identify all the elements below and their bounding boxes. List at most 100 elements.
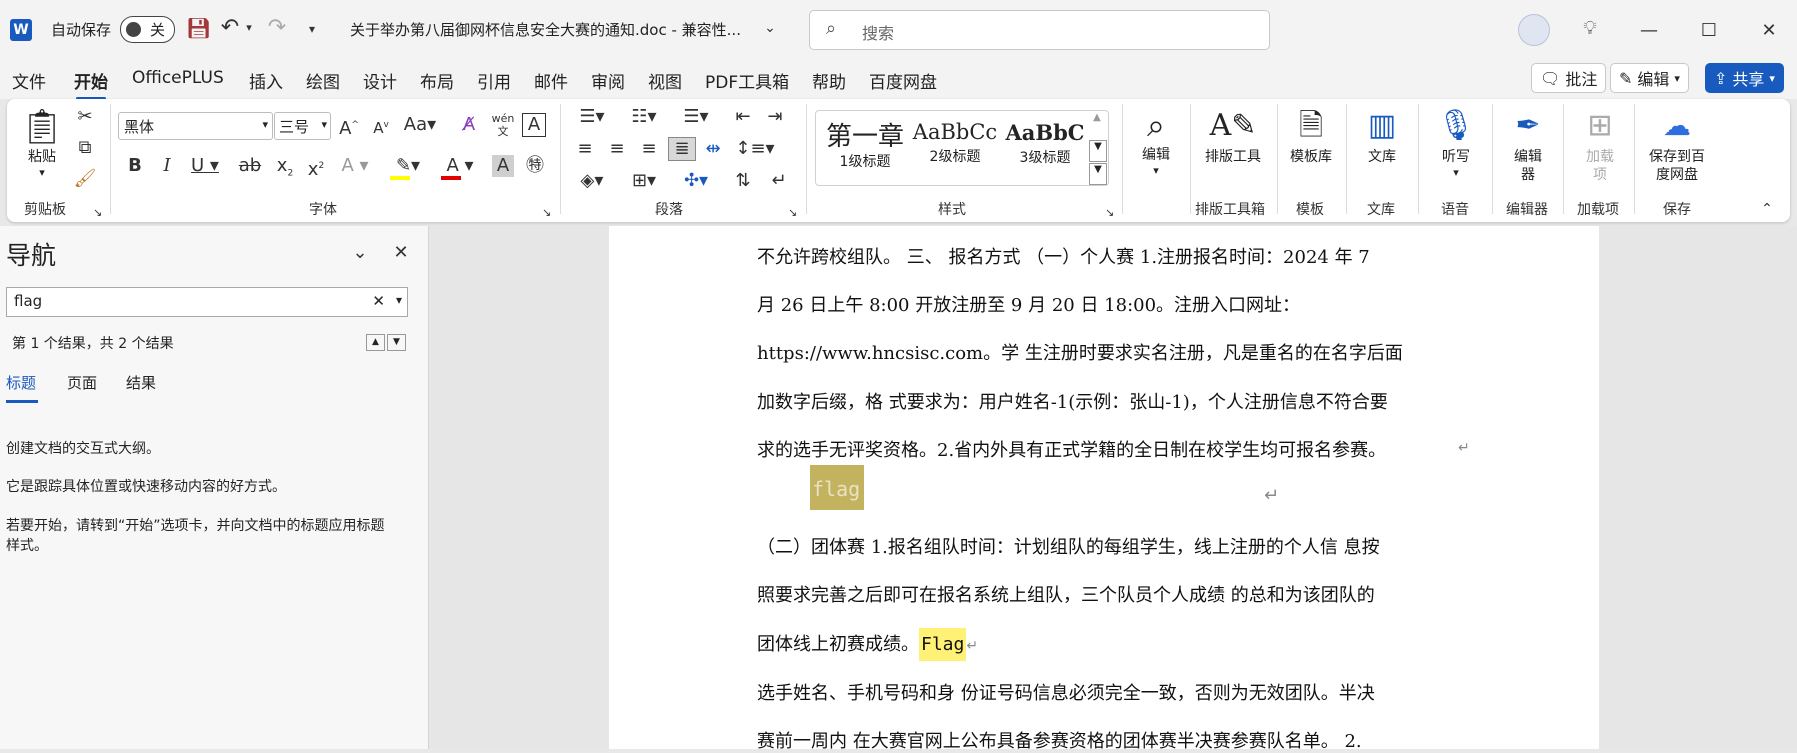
justify-icon[interactable]: ≣ (668, 137, 696, 161)
styles-more-icon[interactable]: ▼ (1089, 163, 1107, 185)
italic-icon[interactable]: I (156, 155, 178, 177)
multilevel-list-icon[interactable]: ☰▾ (676, 106, 716, 128)
align-center-icon[interactable]: ≡ (604, 138, 630, 160)
text-effects-icon[interactable]: A ▾ (338, 155, 372, 177)
dialog-launcher-icon[interactable]: ↘ (788, 202, 797, 224)
underline-icon[interactable]: U ▾ (188, 155, 222, 177)
tab-help[interactable]: 帮助 (812, 68, 846, 93)
dialog-launcher-icon[interactable]: ↘ (542, 202, 551, 224)
tab-mailings[interactable]: 邮件 (534, 68, 568, 93)
phonetic-guide-icon[interactable]: wén 文 (491, 112, 515, 138)
font-size-select[interactable]: 三号 ▾ (274, 112, 331, 140)
tab-view[interactable]: 视图 (648, 68, 682, 93)
style-heading-3[interactable]: AaBbC 3级标题 (1000, 120, 1090, 167)
save-icon[interactable]: 💾︎ (186, 17, 211, 39)
shrink-font-icon[interactable]: Av (369, 114, 393, 139)
autosave-toggle[interactable]: 关 (120, 16, 175, 43)
format-painter-icon[interactable]: 🖌︎ (73, 168, 97, 190)
chevron-down-icon[interactable]: ▾ (396, 293, 402, 307)
clear-format-icon[interactable]: A̸ (457, 114, 481, 136)
tab-draw[interactable]: 绘图 (306, 68, 340, 93)
bullets-icon[interactable]: ☰▾ (572, 106, 612, 128)
strikethrough-icon[interactable]: ab (237, 155, 263, 177)
comment-button[interactable]: 🗨︎ 批注 (1531, 63, 1607, 93)
tab-references[interactable]: 引用 (477, 68, 511, 93)
share-button[interactable]: ⇪ 共享 ▾ (1705, 63, 1784, 93)
editing-mode-button[interactable]: ✎ 编辑 ▾ (1610, 63, 1689, 93)
tab-officeplus[interactable]: OfficePLUS (132, 68, 224, 88)
grow-font-icon[interactable]: A^ (337, 114, 361, 140)
shading-icon[interactable]: ◈▾ (572, 170, 612, 192)
minimize-icon[interactable]: — (1619, 0, 1679, 60)
distributed-icon[interactable]: ⇹ (700, 138, 726, 160)
superscript-icon[interactable]: x2 (303, 155, 329, 181)
template-library-button[interactable]: 🗎︎ 模板库 (1283, 104, 1339, 166)
editing-button[interactable]: ⌕ 编辑 ▾ (1130, 104, 1182, 177)
increase-indent-icon[interactable]: ⇥ (762, 106, 788, 128)
search-box[interactable]: ⌕ 搜索 (809, 10, 1270, 50)
tab-headings[interactable]: 标题 (6, 372, 36, 393)
styles-scroll-up-icon[interactable]: ▲ (1089, 112, 1105, 134)
tab-review[interactable]: 审阅 (591, 68, 625, 93)
style-heading-2[interactable]: AaBbCc 2级标题 (910, 120, 1000, 166)
collapse-ribbon-icon[interactable]: ⌃ (1758, 198, 1776, 220)
show-marks-icon[interactable]: ↵ (766, 170, 792, 192)
save-to-baidu-button[interactable]: ☁ 保存到百度网盘 (1642, 104, 1712, 184)
char-shading-icon[interactable]: A (492, 155, 514, 177)
editor-button[interactable]: ✒ 编辑器 (1500, 104, 1556, 184)
tab-design[interactable]: 设计 (363, 68, 397, 93)
font-name-select[interactable]: 黑体 ▾ (118, 112, 273, 140)
char-border-icon[interactable]: A (522, 113, 546, 137)
copy-icon[interactable]: ⧉ (73, 137, 97, 159)
subscript-icon[interactable]: x2 (272, 155, 298, 185)
cut-icon[interactable]: ✂ (73, 106, 97, 128)
paste-button[interactable]: 📋︎ 粘贴 ▾ (20, 106, 64, 184)
tab-file[interactable]: 文件 (12, 68, 46, 93)
styles-scroll-down-icon[interactable]: ▼ (1089, 140, 1107, 162)
tab-results[interactable]: 结果 (126, 372, 156, 393)
library-button[interactable]: ▥ 文库 (1354, 104, 1410, 166)
layout-tool-icon: A✎ (1209, 108, 1257, 143)
previous-result-icon[interactable]: ▲ (366, 334, 385, 351)
nav-options-chevron-icon[interactable]: ⌄ (348, 242, 372, 264)
title-dropdown-icon[interactable]: ⌄ (760, 17, 780, 39)
undo-dropdown-icon[interactable]: ▾ (243, 17, 255, 39)
align-left-icon[interactable]: ≡ (572, 138, 598, 160)
tab-pdf-toolbox[interactable]: PDF工具箱 (705, 68, 789, 93)
sort-icon[interactable]: ⇅ (730, 170, 756, 192)
clear-search-icon[interactable]: ✕ (372, 292, 385, 310)
tab-home[interactable]: 开始 (74, 68, 108, 100)
highlight-color-icon[interactable]: ✎▾ (388, 155, 428, 177)
bold-icon[interactable]: B (124, 155, 146, 177)
borders-icon[interactable]: ⊞▾ (624, 170, 664, 192)
tab-pages[interactable]: 页面 (67, 372, 97, 393)
style-heading-1[interactable]: 第一章 1级标题 (820, 116, 910, 171)
customize-qat-icon[interactable]: ▾ (305, 18, 319, 40)
align-right-icon[interactable]: ≡ (636, 138, 662, 160)
nav-close-icon[interactable]: ✕ (389, 242, 413, 264)
maximize-icon[interactable]: ☐ (1679, 0, 1739, 60)
numbering-icon[interactable]: ☷▾ (622, 106, 666, 128)
layout-tool-button[interactable]: A✎ 排版工具 (1195, 104, 1271, 166)
dictate-button[interactable]: 🎙︎ 听写 ▾ (1428, 104, 1484, 179)
tab-layout[interactable]: 布局 (420, 68, 454, 93)
dialog-launcher-icon[interactable]: ↘ (93, 202, 102, 224)
tab-baidu-netdisk[interactable]: 百度网盘 (869, 68, 937, 93)
line-spacing-icon[interactable]: ↕≡▾ (734, 138, 776, 160)
enclose-char-icon[interactable]: ㊕ (523, 155, 547, 177)
next-result-icon[interactable]: ▼ (387, 334, 406, 351)
avatar[interactable] (1518, 14, 1550, 46)
change-case-icon[interactable]: Aa▾ (403, 114, 437, 136)
nav-search-input[interactable]: flag ✕ ▾ (6, 287, 408, 317)
chevron-down-icon: ▾ (1769, 71, 1775, 85)
asian-layout-icon[interactable]: ✣▾ (676, 170, 716, 192)
font-color-icon[interactable]: A ▾ (440, 155, 480, 177)
addins-button[interactable]: ⊞ 加载项 (1572, 104, 1628, 184)
redo-icon[interactable]: ↷ (265, 17, 289, 39)
lightbulb-icon[interactable]: 💡︎ (1578, 17, 1602, 39)
tab-insert[interactable]: 插入 (249, 68, 283, 93)
undo-icon[interactable]: ↶ (218, 17, 242, 39)
dialog-launcher-icon[interactable]: ↘ (1105, 202, 1114, 224)
close-icon[interactable]: ✕ (1739, 0, 1797, 60)
decrease-indent-icon[interactable]: ⇤ (730, 106, 756, 128)
